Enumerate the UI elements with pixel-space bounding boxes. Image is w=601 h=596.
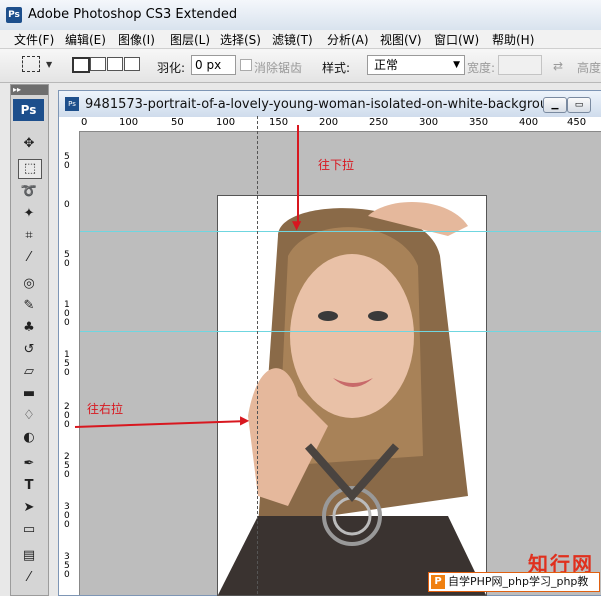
- watermark-text: 自学PHP网_php学习_php教: [448, 575, 589, 588]
- options-bar: ▼ 羽化: 0 px 消除锯齿 样式: 正常 ▼ 宽度: ⇄ 高度: [0, 49, 601, 83]
- marquee-tool-icon[interactable]: ⬚: [18, 159, 42, 179]
- ruler-tick-label: 100: [64, 300, 70, 328]
- drag-down-note: 往下拉: [318, 158, 355, 172]
- menu-window[interactable]: 窗口(W): [434, 31, 479, 48]
- portrait-image: [218, 196, 486, 595]
- ruler-tick-label: 250: [369, 117, 389, 128]
- ruler-tick-label: 0: [81, 117, 88, 128]
- path-select-icon[interactable]: ➤: [18, 499, 40, 517]
- ruler-tick-label: 200: [64, 402, 70, 430]
- menu-select[interactable]: 选择(S): [220, 31, 261, 48]
- clone-stamp-icon[interactable]: ♣: [18, 319, 40, 337]
- menu-bar: 文件(F) 编辑(E) 图像(I) 图层(L) 选择(S) 滤镜(T) 分析(A…: [0, 30, 601, 49]
- ruler-tick-label: 0: [64, 200, 70, 210]
- minimize-button[interactable]: ▁: [543, 97, 567, 113]
- feather-label: 羽化:: [157, 61, 186, 75]
- menu-analysis[interactable]: 分析(A): [327, 31, 369, 48]
- menu-file[interactable]: 文件(F): [14, 31, 54, 48]
- ruler-tick-label: 450: [567, 117, 587, 128]
- eyedropper-tool-icon[interactable]: ⁄: [18, 249, 40, 267]
- feather-input[interactable]: 0 px: [191, 55, 236, 75]
- toolbox-logo: Ps: [13, 99, 44, 121]
- healing-brush-icon[interactable]: ◎: [18, 275, 40, 293]
- ruler-tick-label: 100: [216, 117, 236, 128]
- menu-view[interactable]: 视图(V): [380, 31, 422, 48]
- photoshop-logo-icon: Ps: [6, 7, 22, 23]
- gradient-tool-icon[interactable]: ▬: [18, 385, 40, 403]
- watermark-bar: P 自学PHP网_php学习_php教: [428, 572, 600, 592]
- width-label: 宽度:: [467, 61, 496, 75]
- ruler-tick-label: 300: [419, 117, 439, 128]
- maximize-button[interactable]: ▭: [567, 97, 591, 113]
- pen-tool-icon[interactable]: ✒: [18, 455, 40, 473]
- arrow-head-down-icon: ▼: [292, 218, 302, 232]
- lasso-tool-icon[interactable]: ➰: [18, 183, 40, 201]
- site-watermark: 知行网 P 自学PHP网_php学习_php教: [428, 548, 600, 592]
- ruler-tick-label: 150: [64, 350, 70, 378]
- document-ps-icon: Ps: [65, 97, 79, 111]
- notes-tool-icon[interactable]: ▤: [18, 547, 40, 565]
- ruler-vertical[interactable]: 50 0 50 100 150 200 250 300 350: [59, 131, 80, 595]
- swap-icon[interactable]: ⇄: [553, 59, 563, 73]
- ruler-tick-label: 100: [119, 117, 139, 128]
- toolbox-collapse-icon[interactable]: ▸▸: [11, 85, 48, 95]
- magic-wand-icon[interactable]: ✦: [18, 205, 40, 223]
- move-tool-icon[interactable]: ✥: [18, 135, 40, 153]
- style-select[interactable]: 正常 ▼: [367, 55, 465, 75]
- menu-filter[interactable]: 滤镜(T): [272, 31, 313, 48]
- menu-image[interactable]: 图像(I): [118, 31, 155, 48]
- dodge-tool-icon[interactable]: ◐: [18, 429, 40, 447]
- chevron-down-icon: ▼: [453, 60, 460, 70]
- height-label: 高度: [577, 61, 601, 75]
- toolbox: ▸▸ Ps ✥ ⬚ ➰ ✦ ⌗ ⁄ ◎ ✎ ♣ ↺ ▱ ▬ ♢ ◐ ✒ T ➤ …: [10, 84, 49, 596]
- subtract-selection-icon[interactable]: [107, 57, 123, 71]
- drag-down-arrow: [297, 125, 299, 225]
- menu-help[interactable]: 帮助(H): [492, 31, 534, 48]
- document-titlebar: Ps 9481573-portrait-of-a-lovely-young-wo…: [59, 91, 601, 117]
- style-label: 样式:: [322, 61, 351, 75]
- add-selection-icon[interactable]: [90, 57, 106, 71]
- ruler-tick-label: 350: [469, 117, 489, 128]
- antialias-label: 消除锯齿: [254, 61, 303, 75]
- ruler-origin[interactable]: [59, 117, 80, 132]
- arrow-head-right-icon: ▶: [240, 413, 250, 427]
- watermark-badge-icon: P: [431, 575, 445, 589]
- chevron-down-icon[interactable]: ▼: [46, 60, 52, 69]
- ruler-tick-label: 150: [269, 117, 289, 128]
- ruler-tick-label: 50: [171, 117, 184, 128]
- crop-tool-icon[interactable]: ⌗: [18, 227, 40, 245]
- antialias-checkbox[interactable]: [240, 59, 252, 71]
- app-titlebar: Ps Adobe Photoshop CS3 Extended: [0, 0, 601, 31]
- new-selection-icon[interactable]: [72, 57, 90, 73]
- eraser-tool-icon[interactable]: ▱: [18, 363, 40, 381]
- vertical-guide[interactable]: [257, 116, 258, 594]
- blur-tool-icon[interactable]: ♢: [18, 407, 40, 425]
- shape-tool-icon[interactable]: ▭: [18, 521, 40, 539]
- document-title: 9481573-portrait-of-a-lovely-young-woman…: [85, 97, 565, 112]
- ruler-tick-label: 350: [64, 552, 70, 580]
- menu-layer[interactable]: 图层(L): [170, 31, 210, 48]
- ruler-tick-label: 400: [519, 117, 539, 128]
- ruler-tick-label: 300: [64, 502, 70, 530]
- ruler-horizontal[interactable]: 0 100 50 100 150 200 250 300 350 400 450: [79, 117, 601, 132]
- brush-tool-icon[interactable]: ✎: [18, 297, 40, 315]
- style-select-value: 正常: [374, 58, 399, 72]
- drag-right-note: 往右拉: [87, 402, 124, 416]
- ruler-tick-label: 250: [64, 452, 70, 480]
- ruler-tick-label: 50: [64, 250, 70, 269]
- eyedropper-color-icon[interactable]: ⁄: [18, 569, 40, 587]
- horizontal-guide[interactable]: [80, 231, 601, 232]
- width-input[interactable]: [498, 55, 542, 75]
- app-title: Adobe Photoshop CS3 Extended: [28, 7, 238, 22]
- rect-marquee-preset-icon[interactable]: [22, 56, 40, 72]
- intersect-selection-icon[interactable]: [124, 57, 140, 71]
- history-brush-icon[interactable]: ↺: [18, 341, 40, 359]
- ruler-tick-label: 50: [64, 152, 70, 171]
- horizontal-guide[interactable]: [80, 331, 601, 332]
- type-tool-icon[interactable]: T: [18, 477, 40, 495]
- menu-edit[interactable]: 编辑(E): [65, 31, 106, 48]
- ruler-tick-label: 200: [319, 117, 339, 128]
